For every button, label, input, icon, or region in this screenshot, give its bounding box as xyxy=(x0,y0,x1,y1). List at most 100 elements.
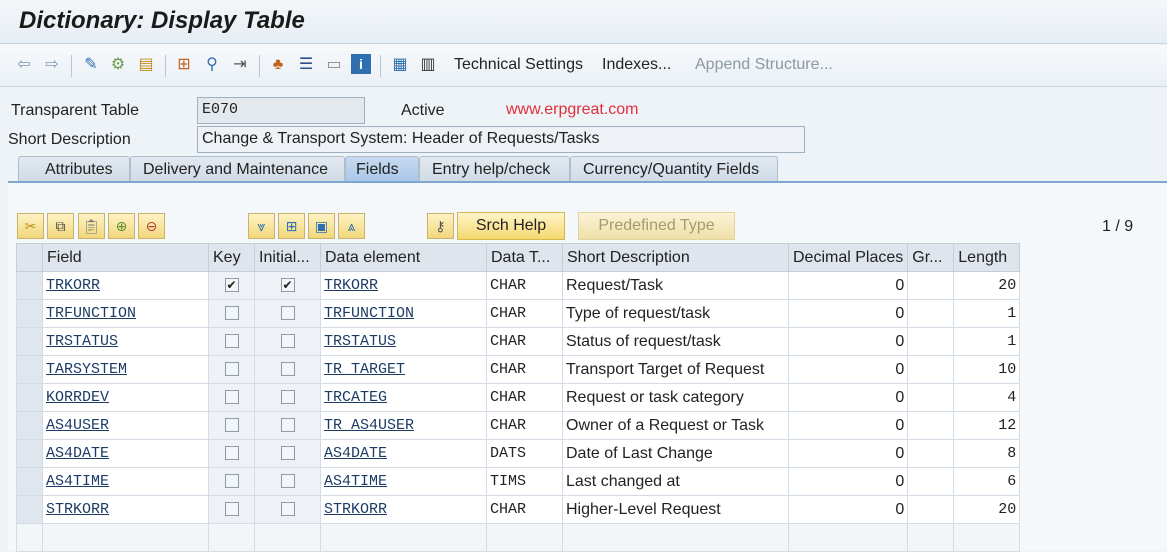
checkbox[interactable] xyxy=(224,474,239,489)
info-icon[interactable]: i xyxy=(351,54,371,74)
where-used-icon[interactable]: ⚲ xyxy=(201,54,223,76)
table-row[interactable]: AS4USER TR_AS4USER CHAR Owner of a Request … xyxy=(16,411,1021,440)
checkbox[interactable] xyxy=(280,306,295,321)
copy-icon[interactable]: ⧉ xyxy=(47,213,74,239)
table-row[interactable]: TARSYSTEM TR_TARGET CHAR Transport Target o… xyxy=(16,355,1021,384)
checkbox[interactable] xyxy=(224,502,239,517)
filter-up-icon[interactable]: ⩓ xyxy=(338,213,365,239)
cut-icon[interactable]: ✂ xyxy=(17,213,44,239)
layout-icon[interactable]: ▦ xyxy=(389,54,411,76)
row-selector[interactable] xyxy=(16,439,43,468)
column-header-decimal-places[interactable]: Decimal Places xyxy=(787,243,909,272)
row-selector[interactable] xyxy=(16,411,43,440)
initial-checkbox-cell[interactable] xyxy=(254,327,321,356)
row-selector[interactable] xyxy=(16,355,43,384)
table-row[interactable]: AS4DATE AS4DATE DATS Date of Last Change 0 8 xyxy=(16,439,1021,468)
initial-checkbox-cell[interactable] xyxy=(254,355,321,384)
display-change-icon[interactable]: ✎ xyxy=(80,54,102,76)
table-row[interactable]: TRSTATUS TRSTATUS CHAR Status of request/ta… xyxy=(16,327,1021,356)
object-tree-icon[interactable]: ♣ xyxy=(267,54,289,76)
data-element-cell[interactable]: TR_AS4USER xyxy=(320,411,487,440)
table-row[interactable]: TRKORR ✔ ✔ TRKORR CHAR Request/Task 0 20 xyxy=(16,271,1021,300)
row-selector[interactable] xyxy=(16,495,43,524)
transfer-icon[interactable]: ⇥ xyxy=(229,54,251,76)
field-name-cell[interactable]: KORRDEV xyxy=(42,383,209,412)
search-help-button[interactable]: Srch Help xyxy=(457,212,565,240)
column-header-key[interactable]: Key xyxy=(208,243,255,272)
tab-delivery-maintenance[interactable]: Delivery and Maintenance xyxy=(130,156,345,182)
key-checkbox-cell[interactable] xyxy=(208,495,255,524)
initial-checkbox-cell[interactable] xyxy=(254,299,321,328)
field-name-cell[interactable]: AS4USER xyxy=(42,411,209,440)
checkbox[interactable] xyxy=(280,474,295,489)
checkbox[interactable] xyxy=(280,446,295,461)
checkbox[interactable] xyxy=(224,446,239,461)
tab-entry-help-check[interactable]: Entry help/check xyxy=(419,156,570,182)
data-element-cell[interactable]: TRCATEG xyxy=(320,383,487,412)
row-selector[interactable] xyxy=(16,327,43,356)
indexes-button[interactable]: Indexes... xyxy=(602,56,671,74)
column-header-data-type[interactable]: Data T... xyxy=(486,243,563,272)
paste-icon[interactable]: 📋︎ xyxy=(78,213,105,239)
data-element-cell[interactable]: TRSTATUS xyxy=(320,327,487,356)
data-element-cell[interactable]: TR_TARGET xyxy=(320,355,487,384)
initial-checkbox-cell[interactable] xyxy=(254,439,321,468)
checkbox[interactable] xyxy=(280,334,295,349)
checkbox[interactable] xyxy=(280,390,295,405)
column-header-field[interactable]: Field xyxy=(42,243,209,272)
table-row[interactable]: AS4TIME AS4TIME TIMS Last changed at 0 6 xyxy=(16,467,1021,496)
data-element-cell[interactable]: AS4DATE xyxy=(320,439,487,468)
back-arrow-icon[interactable]: ⇦ xyxy=(13,54,35,76)
predefined-type-button[interactable]: Predefined Type xyxy=(578,212,735,240)
checkbox[interactable] xyxy=(224,306,239,321)
initial-checkbox-cell[interactable] xyxy=(254,383,321,412)
column-header-initial[interactable]: Initial... xyxy=(254,243,321,272)
checkbox[interactable] xyxy=(280,362,295,377)
checkbox[interactable]: ✔ xyxy=(280,278,295,293)
data-element-cell[interactable]: AS4TIME xyxy=(320,467,487,496)
filter-down-icon[interactable]: ⩔ xyxy=(248,213,275,239)
table-icon[interactable]: ▥ xyxy=(417,54,439,76)
checkbox[interactable]: ✔ xyxy=(224,278,239,293)
column-header-length[interactable]: Length xyxy=(953,243,1021,272)
data-element-cell[interactable]: STRKORR xyxy=(320,495,487,524)
key-checkbox-cell[interactable] xyxy=(208,327,255,356)
checkbox[interactable] xyxy=(224,390,239,405)
initial-checkbox-cell[interactable]: ✔ xyxy=(254,271,321,300)
field-name-cell[interactable]: AS4TIME xyxy=(42,467,209,496)
other-object-icon[interactable]: ▤ xyxy=(135,54,157,76)
key-checkbox-cell[interactable] xyxy=(208,411,255,440)
table-row[interactable]: KORRDEV TRCATEG CHAR Request or task catego… xyxy=(16,383,1021,412)
field-name-cell[interactable]: AS4DATE xyxy=(42,439,209,468)
data-element-cell[interactable]: TRFUNCTION xyxy=(320,299,487,328)
tab-attributes[interactable]: Attributes xyxy=(18,156,130,182)
insert-icon[interactable]: ⊞ xyxy=(278,213,305,239)
append-structure-button[interactable]: Append Structure... xyxy=(695,56,833,74)
key-icon[interactable]: ⚷ xyxy=(427,213,454,239)
key-checkbox-cell[interactable] xyxy=(208,467,255,496)
row-selector[interactable] xyxy=(16,383,43,412)
insert-row-icon[interactable]: ⊕ xyxy=(108,213,135,239)
short-description-field[interactable]: Change & Transport System: Header of Req… xyxy=(197,126,805,153)
column-header-data-element[interactable]: Data element xyxy=(320,243,487,272)
active-inactive-icon[interactable]: ⚙ xyxy=(107,54,129,76)
checkbox[interactable] xyxy=(224,418,239,433)
checkbox[interactable] xyxy=(224,362,239,377)
field-name-cell[interactable]: STRKORR xyxy=(42,495,209,524)
initial-checkbox-cell[interactable] xyxy=(254,411,321,440)
field-name-cell[interactable]: TRSTATUS xyxy=(42,327,209,356)
forward-arrow-icon[interactable]: ⇨ xyxy=(41,54,63,76)
data-element-cell[interactable]: TRKORR xyxy=(320,271,487,300)
field-name-cell[interactable]: TRKORR xyxy=(42,271,209,300)
column-header-group[interactable]: Gr... xyxy=(907,243,955,272)
field-name-cell[interactable]: TARSYSTEM xyxy=(42,355,209,384)
tab-fields[interactable]: Fields xyxy=(345,156,419,182)
row-selector[interactable] xyxy=(16,467,43,496)
table-row[interactable]: TRFUNCTION TRFUNCTION CHAR Type of request/… xyxy=(16,299,1021,328)
align-icon[interactable]: ☰ xyxy=(295,54,317,76)
initial-checkbox-cell[interactable] xyxy=(254,467,321,496)
row-selector[interactable] xyxy=(16,299,43,328)
table-name-field[interactable]: E070 xyxy=(197,97,365,124)
row-selector[interactable] xyxy=(16,271,43,300)
hierarchy-icon[interactable]: ⊞ xyxy=(173,54,195,76)
